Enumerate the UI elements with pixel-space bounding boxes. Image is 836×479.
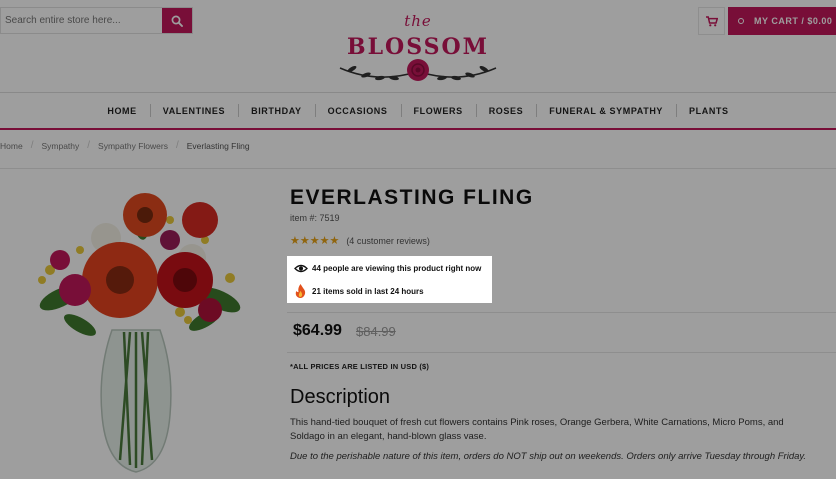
- eye-icon: [293, 264, 308, 273]
- viewing-row: 44 people are viewing this product right…: [293, 264, 481, 273]
- social-proof-box: 44 people are viewing this product right…: [287, 256, 492, 303]
- sold-count-text: 21 items sold in last 24 hours: [312, 286, 424, 296]
- viewing-count-text: 44 people are viewing this product right…: [312, 264, 482, 273]
- fire-icon: [293, 284, 308, 298]
- sold-row: 21 items sold in last 24 hours: [293, 284, 424, 298]
- dim-overlay[interactable]: [0, 0, 836, 479]
